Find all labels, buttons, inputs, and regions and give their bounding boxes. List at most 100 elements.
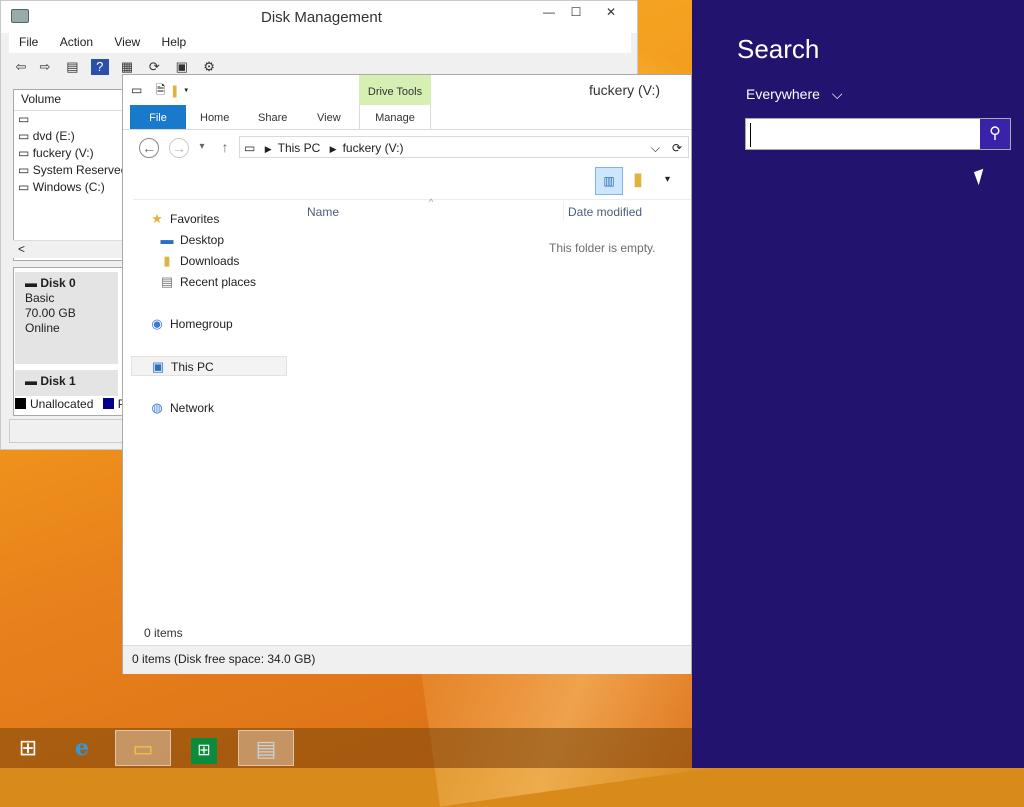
column-headers: Name ^ Date modified (293, 197, 691, 223)
desktop-icon: ▬ (160, 232, 174, 247)
column-header-name[interactable]: Name (307, 205, 339, 219)
address-bar[interactable]: ▭ ▶ This PC ▶ fuckery (V:) ⌵ ⟳ (239, 136, 689, 158)
drive-icon: ▭ (18, 146, 30, 160)
back-icon[interactable]: ← (139, 138, 159, 158)
menu-file[interactable]: File (9, 33, 46, 49)
taskbar: ⊞ e ▭ ⊞ ▤ (0, 728, 692, 768)
up-icon[interactable]: ↑ (216, 138, 234, 156)
start-button[interactable]: ⊞ (0, 730, 56, 766)
ribbon-tabs: File Home Share View Manage (123, 105, 691, 130)
search-icon[interactable]: ⚲ (980, 119, 1010, 149)
chevron-down-icon[interactable]: ▾ (184, 83, 188, 97)
status-bar (9, 419, 127, 443)
volume-row[interactable]: ▭ fuckery (V:) (14, 145, 126, 162)
nav-recent-places[interactable]: ▤ Recent places (159, 272, 256, 292)
search-scope-dropdown[interactable]: Everywhere ⌵ (746, 86, 842, 103)
nav-favorites[interactable]: ★ Favorites (149, 209, 219, 229)
menu-bar: File Action View Help (9, 33, 631, 53)
disk-list[interactable]: ▬ Disk 0 Basic 70.00 GB Online ▬ Disk 1 (13, 267, 127, 416)
minimize-button[interactable]: — (534, 1, 564, 23)
forward-icon[interactable]: ⇨ (36, 59, 54, 75)
rescan-icon[interactable]: ▣ (173, 59, 191, 75)
drive-tools-context-tab: Drive Tools (359, 75, 431, 105)
disk-size: 70.00 GB (25, 306, 76, 320)
volume-row[interactable]: ▭ (14, 111, 126, 128)
window-title: Disk Management (261, 9, 382, 26)
breadcrumb-separator-icon[interactable]: ▶ (265, 144, 272, 154)
scroll-left-icon[interactable]: < (18, 242, 25, 256)
recent-places-icon: ▤ (160, 274, 174, 289)
chevron-down-icon[interactable]: ▾ (665, 174, 670, 185)
disk-type: Basic (25, 291, 55, 305)
volume-row[interactable]: ▭ System Reserved (14, 162, 127, 179)
column-header-volume[interactable]: Volume (14, 90, 126, 111)
console-tree-icon[interactable]: ▤ (63, 59, 81, 75)
disk-management-titlebar[interactable]: Disk Management — ☐ ✕ (1, 1, 637, 33)
search-box[interactable]: ⚲ (745, 118, 1011, 150)
horizontal-scrollbar[interactable]: < (13, 240, 125, 258)
disk-management-taskbar-icon[interactable]: ▤ (238, 730, 294, 766)
recent-locations-icon[interactable]: ▾ (193, 138, 211, 156)
menu-help[interactable]: Help (152, 33, 195, 49)
legend-swatch-primary (102, 398, 114, 409)
window-title: fuckery (V:) (589, 82, 661, 98)
properties-icon[interactable]: 🗎 (156, 83, 166, 97)
nav-desktop[interactable]: ▬ Desktop (159, 230, 225, 250)
disk-status: Online (25, 321, 60, 335)
navigation-pane: ★ Favorites ▬ Desktop ▮ Downloads ▤ Recent p… (131, 201, 291, 621)
menu-view[interactable]: View (104, 33, 148, 49)
view-options-bar: ▥ ▮ ▾ (133, 165, 691, 200)
properties-icon[interactable]: ▦ (118, 59, 136, 75)
disk-icon: ▬ (25, 276, 37, 290)
chevron-down-icon[interactable]: ⌵ (651, 137, 660, 159)
volume-row[interactable]: ▭ dvd (E:) (14, 128, 126, 145)
internet-explorer-icon[interactable]: e (54, 730, 110, 766)
disk-0-info[interactable]: ▬ Disk 0 Basic 70.00 GB Online (15, 272, 118, 364)
refresh-icon[interactable]: ⟳ (672, 137, 682, 159)
new-folder-icon[interactable]: ▮ (169, 83, 181, 97)
nav-network[interactable]: ◍ Network (149, 398, 214, 418)
homegroup-icon: ◉ (151, 316, 163, 331)
forward-icon[interactable]: → (169, 138, 189, 158)
close-button[interactable]: ✕ (589, 1, 633, 23)
tab-file[interactable]: File (130, 105, 186, 129)
settings-icon[interactable]: ⚙ (200, 59, 218, 75)
tab-share[interactable]: Share (258, 105, 287, 129)
volume-row[interactable]: ▭ Windows (C:) (14, 179, 126, 196)
help-icon[interactable]: ? (90, 59, 109, 75)
search-heading: Search (737, 34, 820, 64)
explorer-titlebar[interactable]: ▭ 🗎 ▮ ▾ Drive Tools fuckery (V:) (123, 75, 691, 105)
drive-icon: ▭ (18, 129, 30, 143)
folder-options-icon[interactable]: ▮ (633, 169, 643, 190)
nav-homegroup[interactable]: ◉ Homegroup (149, 314, 232, 334)
menu-action[interactable]: Action (50, 33, 101, 49)
tab-home[interactable]: Home (200, 105, 229, 129)
back-icon[interactable]: ⇦ (12, 59, 30, 75)
refresh-icon[interactable]: ⟳ (145, 59, 163, 75)
file-explorer-icon[interactable]: ▭ (115, 730, 171, 766)
computer-icon: ▣ (151, 359, 165, 374)
nav-this-pc[interactable]: ▣ This PC (131, 356, 287, 376)
breadcrumb-separator-icon[interactable]: ▶ (330, 144, 337, 154)
drive-icon: ▭ (244, 141, 256, 155)
drive-icon: ▭ (18, 163, 30, 177)
disk-1-info[interactable]: ▬ Disk 1 (15, 370, 118, 396)
sort-ascending-icon: ^ (429, 197, 434, 207)
preview-pane-icon[interactable]: ▥ (595, 167, 623, 195)
network-icon: ◍ (151, 400, 163, 415)
store-icon[interactable]: ⊞ (176, 730, 232, 766)
legend-swatch-unallocated (15, 398, 26, 409)
search-input[interactable] (750, 123, 979, 147)
maximize-button[interactable]: ☐ (561, 1, 591, 23)
column-header-date-modified[interactable]: Date modified (568, 205, 642, 219)
volume-list[interactable]: Volume ▭ ▭ dvd (E:) ▭ fuckery (V:) ▭ Sys… (13, 89, 127, 261)
breadcrumb-current[interactable]: fuckery (V:) (343, 141, 404, 155)
tab-manage[interactable]: Manage (359, 105, 431, 129)
file-explorer-window[interactable]: ▭ 🗎 ▮ ▾ Drive Tools fuckery (V:) File Ho… (122, 74, 692, 674)
breadcrumb-this-pc[interactable]: This PC (278, 141, 321, 155)
drive-icon: ▭ (131, 83, 143, 97)
tab-view[interactable]: View (317, 105, 341, 129)
disk-management-app-icon (11, 9, 29, 23)
search-charm-panel: Search Everywhere ⌵ ⚲ (692, 0, 1024, 768)
nav-downloads[interactable]: ▮ Downloads (159, 251, 239, 271)
